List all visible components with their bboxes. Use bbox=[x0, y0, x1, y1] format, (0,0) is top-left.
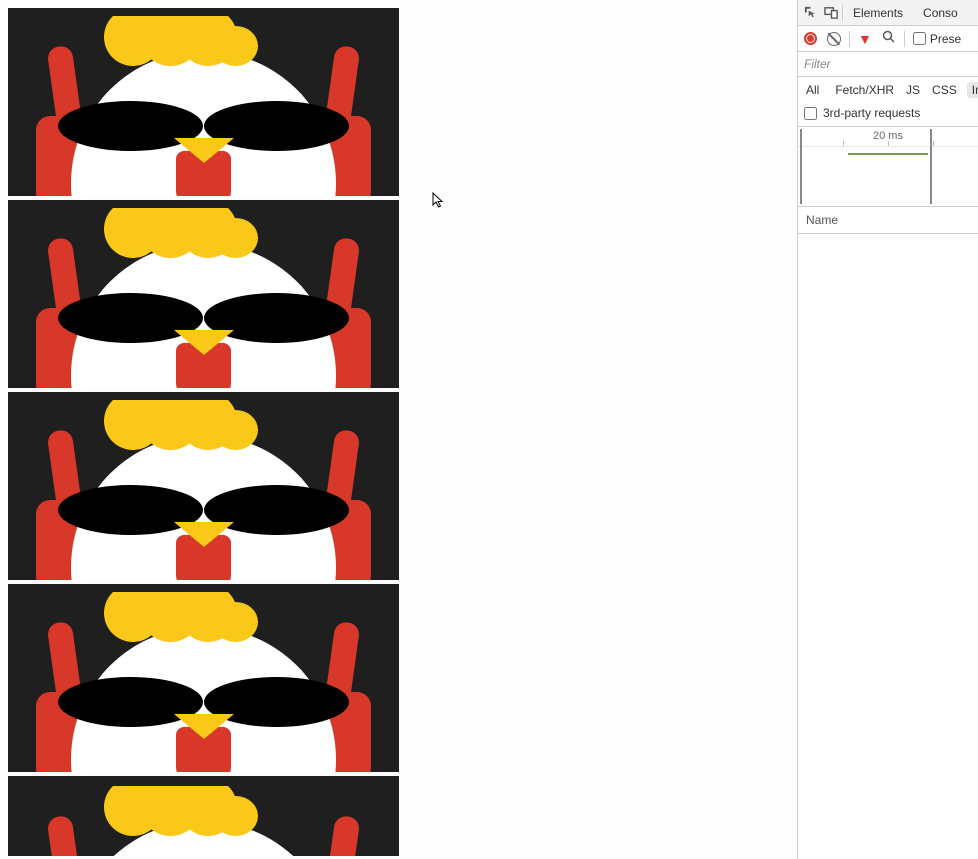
chicken-avatar bbox=[36, 208, 371, 388]
chicken-avatar bbox=[36, 16, 371, 196]
separator bbox=[842, 5, 843, 21]
devtools-panel: Elements Conso ▼ Prese All Fetch/XHR JS … bbox=[797, 0, 978, 859]
timeline-ruler: 20 ms bbox=[798, 127, 978, 147]
filter-fetch[interactable]: Fetch/XHR bbox=[833, 82, 896, 98]
request-column-header[interactable]: Name bbox=[798, 207, 978, 234]
preserve-log-input[interactable] bbox=[913, 32, 926, 45]
filter-js[interactable]: JS bbox=[904, 82, 922, 98]
filter-icon[interactable]: ▼ bbox=[858, 32, 872, 46]
record-button[interactable] bbox=[804, 32, 817, 45]
filter-img[interactable]: Img bbox=[967, 82, 978, 98]
tab-console[interactable]: Conso bbox=[915, 2, 966, 24]
preserve-log-label: Prese bbox=[930, 32, 961, 46]
timeline-handle-right[interactable] bbox=[930, 129, 932, 204]
network-timeline[interactable]: 20 ms bbox=[798, 127, 978, 207]
image-tile[interactable] bbox=[8, 8, 399, 196]
network-toolbar: ▼ Prese bbox=[798, 26, 978, 52]
device-toggle-icon[interactable] bbox=[823, 4, 840, 21]
thirdparty-checkbox[interactable] bbox=[804, 107, 817, 120]
filter-all[interactable]: All bbox=[804, 82, 821, 98]
page-content bbox=[0, 0, 797, 859]
timeline-handle-left[interactable] bbox=[800, 129, 802, 204]
separator bbox=[904, 31, 905, 47]
separator bbox=[849, 31, 850, 47]
filter-input[interactable] bbox=[798, 52, 978, 77]
filter-css[interactable]: CSS bbox=[930, 82, 959, 98]
image-tile[interactable] bbox=[8, 776, 399, 856]
image-tile[interactable] bbox=[8, 584, 399, 772]
preserve-log-checkbox[interactable]: Prese bbox=[913, 32, 961, 46]
devtools-tabs: Elements Conso bbox=[798, 0, 978, 26]
search-icon[interactable] bbox=[882, 30, 896, 47]
tab-elements[interactable]: Elements bbox=[845, 2, 911, 24]
chicken-avatar bbox=[36, 592, 371, 772]
request-list[interactable] bbox=[798, 234, 978, 859]
filter-type-row: All Fetch/XHR JS CSS Img bbox=[798, 77, 978, 102]
inspect-icon[interactable] bbox=[802, 4, 819, 21]
chicken-avatar bbox=[36, 400, 371, 580]
thirdparty-label: 3rd-party requests bbox=[823, 106, 920, 120]
image-tile[interactable] bbox=[8, 200, 399, 388]
chicken-avatar bbox=[36, 786, 371, 856]
image-tile[interactable] bbox=[8, 392, 399, 580]
clear-button[interactable] bbox=[827, 32, 841, 46]
thirdparty-row: 3rd-party requests bbox=[798, 102, 978, 127]
timeline-request-bar bbox=[848, 153, 928, 155]
